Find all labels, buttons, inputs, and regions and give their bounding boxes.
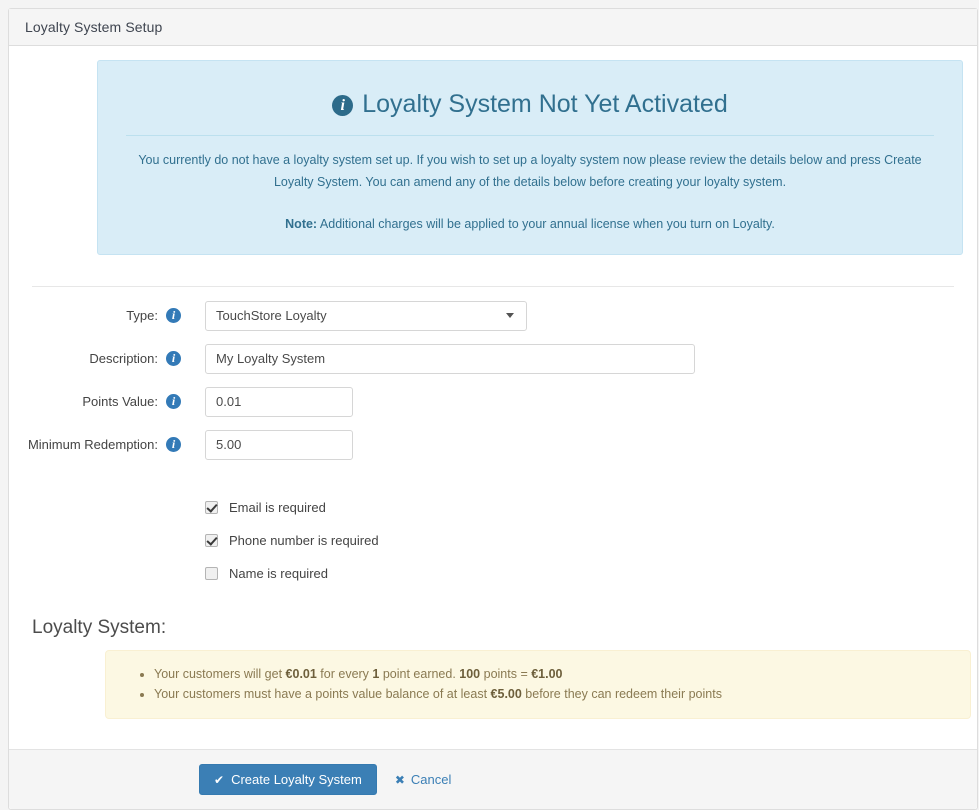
cancel-button[interactable]: ✖ Cancel — [395, 772, 452, 787]
phone-required-label: Phone number is required — [229, 532, 379, 548]
info-circle-icon[interactable]: i — [166, 437, 181, 453]
type-select[interactable]: TouchStore Loyalty — [205, 300, 527, 331]
panel-body: i Loyalty System Not Yet Activated You c… — [9, 60, 977, 749]
form-row-points-value: Points Value: i 0.01 — [9, 386, 977, 417]
page-title: Loyalty System Setup — [25, 19, 163, 35]
points-value-input-value: 0.01 — [216, 394, 242, 410]
description-label-group: Description: i — [9, 351, 181, 367]
loyalty-setup-panel: Loyalty System Setup i Loyalty System No… — [8, 8, 978, 810]
points-value-control-wrap: 0.01 — [181, 386, 353, 417]
form-row-type: Type: i TouchStore Loyalty — [9, 300, 977, 331]
email-required-checkbox[interactable] — [205, 500, 218, 514]
loyalty-form: Type: i TouchStore Loyalty Description: … — [9, 287, 977, 590]
form-row-description: Description: i My Loyalty System — [9, 343, 977, 374]
checkbox-row-phone-required[interactable]: Phone number is required — [205, 524, 977, 557]
list-item: Your customers will get €0.01 for every … — [154, 664, 950, 685]
points-value-label-group: Points Value: i — [9, 394, 181, 410]
info-circle-icon[interactable]: i — [166, 351, 181, 367]
checkbox-row-email-required[interactable]: Email is required — [205, 491, 977, 524]
summary-item-0-text: Your customers will get €0.01 for every … — [154, 666, 563, 681]
minimum-redemption-control-wrap: 5.00 — [181, 429, 353, 460]
cancel-label: Cancel — [410, 772, 452, 787]
type-control-wrap: TouchStore Loyalty — [181, 300, 527, 331]
summary-list: Your customers will get €0.01 for every … — [126, 664, 950, 705]
points-value-label: Points Value: — [82, 394, 158, 410]
summary-heading: Loyalty System: — [32, 616, 167, 638]
form-row-minimum-redemption: Minimum Redemption: i 5.00 — [9, 429, 977, 460]
alert-note: Note: Additional charges will be applied… — [120, 214, 940, 234]
points-value-input[interactable]: 0.01 — [205, 386, 353, 417]
alert-divider — [126, 135, 934, 136]
not-activated-alert: i Loyalty System Not Yet Activated You c… — [97, 60, 963, 255]
minimum-redemption-label: Minimum Redemption: — [27, 437, 158, 453]
description-input[interactable]: My Loyalty System — [205, 343, 695, 374]
alert-body-text: You currently do not have a loyalty syst… — [138, 153, 922, 189]
info-circle-icon: i — [332, 94, 354, 116]
minimum-redemption-input[interactable]: 5.00 — [205, 429, 353, 460]
panel-header: Loyalty System Setup — [9, 9, 977, 46]
checkbox-row-name-required[interactable]: Name is required — [205, 557, 977, 590]
list-item: Your customers must have a points value … — [154, 684, 950, 705]
type-label: Type: — [126, 308, 158, 324]
loyalty-summary-box: Your customers will get €0.01 for every … — [105, 649, 971, 719]
name-required-checkbox[interactable] — [205, 566, 218, 580]
alert-note-label: Note: — [285, 216, 318, 231]
check-icon: ✔ — [214, 772, 225, 787]
minimum-redemption-label-group: Minimum Redemption: i — [9, 437, 181, 453]
panel-footer: ✔ Create Loyalty System ✖ Cancel — [9, 749, 977, 809]
info-circle-icon[interactable]: i — [166, 394, 181, 410]
alert-title-text: Loyalty System Not Yet Activated — [362, 90, 728, 118]
summary-item-1-text: Your customers must have a points value … — [154, 687, 722, 702]
minimum-redemption-input-value: 5.00 — [216, 437, 242, 453]
close-x-icon: ✖ — [394, 772, 405, 787]
create-loyalty-system-button[interactable]: ✔ Create Loyalty System — [199, 764, 377, 795]
type-select-value: TouchStore Loyalty — [216, 308, 327, 324]
email-required-label: Email is required — [229, 499, 326, 515]
name-required-label: Name is required — [229, 565, 328, 581]
info-circle-icon[interactable]: i — [166, 308, 181, 324]
type-label-group: Type: i — [9, 308, 181, 324]
description-label: Description: — [89, 351, 158, 367]
description-control-wrap: My Loyalty System — [181, 343, 695, 374]
create-loyalty-system-label: Create Loyalty System — [231, 772, 362, 787]
chevron-down-icon — [506, 313, 514, 319]
alert-note-text: Additional charges will be applied to yo… — [319, 216, 775, 231]
phone-required-checkbox[interactable] — [205, 533, 218, 547]
description-input-value: My Loyalty System — [216, 351, 326, 367]
alert-title-row: i Loyalty System Not Yet Activated — [120, 89, 940, 119]
